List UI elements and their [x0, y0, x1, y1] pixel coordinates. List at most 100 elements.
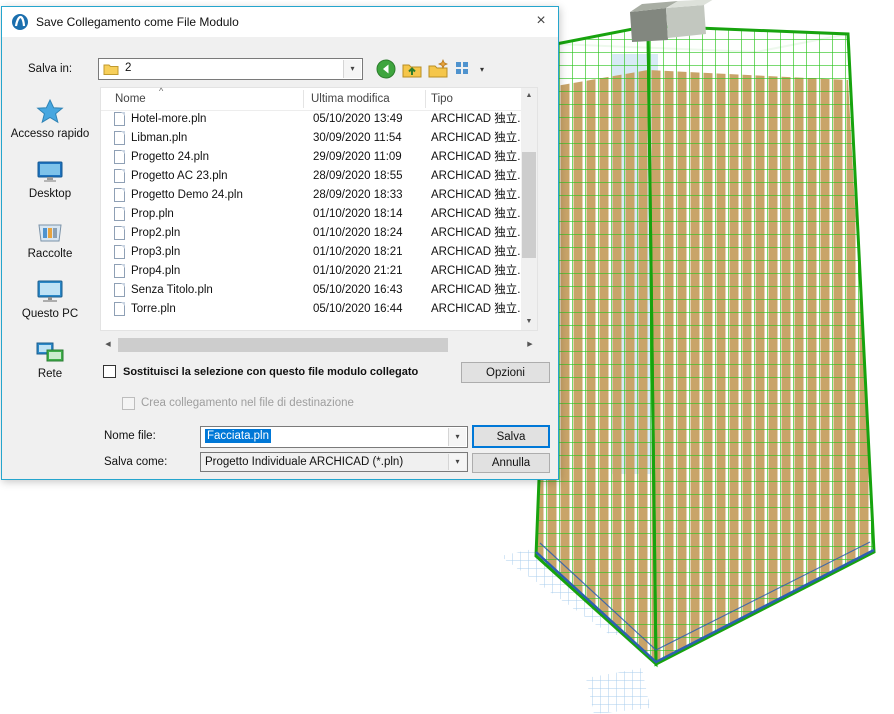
file-modified: 28/09/2020 18:33: [313, 186, 403, 205]
scroll-left-icon[interactable]: ◀: [100, 337, 116, 353]
save-button[interactable]: Salva: [472, 425, 550, 448]
chevron-down-icon[interactable]: ▾: [448, 428, 466, 446]
table-row[interactable]: Progetto AC 23.pln 28/09/2020 18:55 ARCHIC…: [101, 167, 523, 186]
table-row[interactable]: Libman.pln 30/09/2020 11:54 ARCHICAD 独立...: [101, 129, 523, 148]
file-type: ARCHICAD 独立...: [431, 110, 521, 129]
titlebar[interactable]: Save Collegamento come File Modulo ×: [2, 7, 558, 37]
libraries-icon: [35, 217, 65, 247]
salva-in-label: Salva in:: [28, 63, 72, 75]
scroll-right-icon[interactable]: ▶: [522, 337, 538, 353]
file-icon: [114, 264, 125, 278]
horizontal-scrollbar[interactable]: ◀ ▶: [100, 337, 538, 353]
save-dialog: Save Collegamento come File Modulo × Sal…: [1, 6, 559, 480]
file-rows: Hotel-more.pln 05/10/2020 13:49 ARCHICAD 独…: [101, 110, 523, 319]
cancel-button[interactable]: Annulla: [472, 453, 550, 473]
dialog-title: Save Collegamento come File Modulo: [36, 15, 239, 29]
scroll-up-icon[interactable]: ▲: [521, 88, 537, 104]
sidebar-item-desktop[interactable]: Desktop: [6, 157, 94, 200]
options-button[interactable]: Opzioni: [461, 362, 550, 383]
file-name: Prop4.pln: [131, 262, 180, 281]
table-row[interactable]: Torre.pln 05/10/2020 16:44 ARCHICAD 独立...: [101, 300, 523, 319]
file-icon: [114, 207, 125, 221]
table-row[interactable]: Progetto Demo 24.pln 28/09/2020 18:33 ARCH…: [101, 186, 523, 205]
monitor-icon: [35, 157, 65, 187]
folder-select[interactable]: 2 ▾: [98, 58, 363, 80]
file-type: ARCHICAD 独立...: [431, 167, 521, 186]
file-type: ARCHICAD 独立...: [431, 148, 521, 167]
ground-grid-patch: [586, 668, 650, 714]
column-header-modified[interactable]: Ultima modifica: [311, 93, 390, 105]
table-row[interactable]: Progetto 24.pln 29/09/2020 11:09 ARCHICAD …: [101, 148, 523, 167]
sidebar-item-libraries[interactable]: Raccolte: [6, 217, 94, 260]
table-row[interactable]: Prop3.pln 01/10/2020 18:21 ARCHICAD 独立...: [101, 243, 523, 262]
file-name: Progetto 24.pln: [131, 148, 209, 167]
sidebar-item-network[interactable]: Rete: [6, 337, 94, 380]
file-name: Progetto Demo 24.pln: [131, 186, 243, 205]
column-divider[interactable]: [425, 90, 426, 108]
save-as-label: Salva come:: [104, 456, 167, 468]
screen: Save Collegamento come File Modulo × Sal…: [0, 0, 894, 714]
file-icon: [114, 188, 125, 202]
table-row[interactable]: Prop.pln01/10/2020 18:14ARCHICAD 独立...: [101, 205, 523, 224]
file-type: ARCHICAD 独立...: [431, 129, 521, 148]
file-name: Senza Titolo.pln: [131, 281, 213, 300]
column-header-type[interactable]: Tipo: [431, 93, 453, 105]
replace-selection-checkbox[interactable]: [103, 365, 116, 378]
file-name: Prop3.pln: [131, 243, 180, 262]
chevron-down-icon[interactable]: ▾: [343, 60, 361, 78]
table-row[interactable]: Hotel-more.pln 05/10/2020 13:49 ARCHICAD 独…: [101, 110, 523, 129]
save-as-type-select[interactable]: Progetto Individuale ARCHICAD (*.pln) ▾: [200, 452, 468, 472]
file-name: Libman.pln: [131, 129, 187, 148]
chevron-down-icon[interactable]: ▾: [448, 454, 466, 470]
list-header: ^ Nome Ultima modifica Tipo: [101, 88, 523, 111]
file-name: Progetto AC 23.pln: [131, 167, 228, 186]
file-name: Hotel-more.pln: [131, 110, 206, 129]
table-row[interactable]: Prop2.pln01/10/2020 18:24ARCHICAD 独立...: [101, 224, 523, 243]
table-row[interactable]: Senza Titolo.pln05/10/2020 16:43ARCHICAD…: [101, 281, 523, 300]
file-type: ARCHICAD 独立...: [431, 243, 521, 262]
computer-icon: [35, 277, 65, 307]
current-folder: 2: [125, 62, 131, 74]
filename-input[interactable]: Facciata.pln ▾: [200, 426, 468, 448]
scrollbar-thumb[interactable]: [522, 152, 536, 258]
file-type: ARCHICAD 独立...: [431, 224, 521, 243]
file-type: ARCHICAD 独立...: [431, 300, 521, 319]
file-modified: 29/09/2020 11:09: [313, 148, 402, 167]
file-name: Torre.pln: [131, 300, 176, 319]
sidebar-item-label: Accesso rapido: [6, 128, 94, 140]
file-modified: 01/10/2020 18:24: [313, 224, 403, 243]
file-icon: [114, 150, 125, 164]
filename-label: Nome file:: [104, 430, 156, 442]
sidebar-item-this-pc[interactable]: Questo PC: [6, 277, 94, 320]
new-folder-button[interactable]: [426, 58, 450, 80]
file-type: ARCHICAD 独立...: [431, 186, 521, 205]
vertical-scrollbar[interactable]: ▲ ▼: [521, 88, 537, 330]
file-name: Prop.pln: [131, 205, 174, 224]
sort-asc-icon: ^: [159, 86, 163, 96]
scroll-down-icon[interactable]: ▼: [521, 314, 537, 330]
column-header-name[interactable]: Nome: [115, 93, 146, 105]
file-modified: 05/10/2020 16:44: [313, 300, 403, 319]
file-modified: 30/09/2020 11:54: [313, 129, 402, 148]
file-modified: 05/10/2020 13:49: [313, 110, 403, 129]
star-icon: [35, 97, 65, 127]
up-one-level-button[interactable]: [400, 58, 424, 80]
file-type: ARCHICAD 独立...: [431, 281, 521, 300]
column-divider[interactable]: [303, 90, 304, 108]
file-modified: 01/10/2020 18:14: [313, 205, 403, 224]
sidebar-item-label: Desktop: [6, 188, 94, 200]
file-modified: 28/09/2020 18:55: [313, 167, 403, 186]
file-icon: [114, 302, 125, 316]
save-as-type-value: Progetto Individuale ARCHICAD (*.pln): [205, 456, 403, 468]
folder-icon: [103, 62, 119, 76]
file-icon: [114, 169, 125, 183]
table-row[interactable]: Prop4.pln01/10/2020 21:21ARCHICAD 独立...: [101, 262, 523, 281]
sidebar-item-quick-access[interactable]: Accesso rapido: [6, 97, 94, 140]
file-modified: 01/10/2020 18:21: [313, 243, 403, 262]
view-menu-button[interactable]: ▾: [452, 58, 482, 80]
archicad-icon: [11, 13, 29, 31]
network-icon: [35, 337, 65, 367]
close-icon[interactable]: ×: [524, 7, 558, 37]
scrollbar-thumb[interactable]: [118, 338, 448, 352]
back-button[interactable]: [374, 58, 398, 80]
